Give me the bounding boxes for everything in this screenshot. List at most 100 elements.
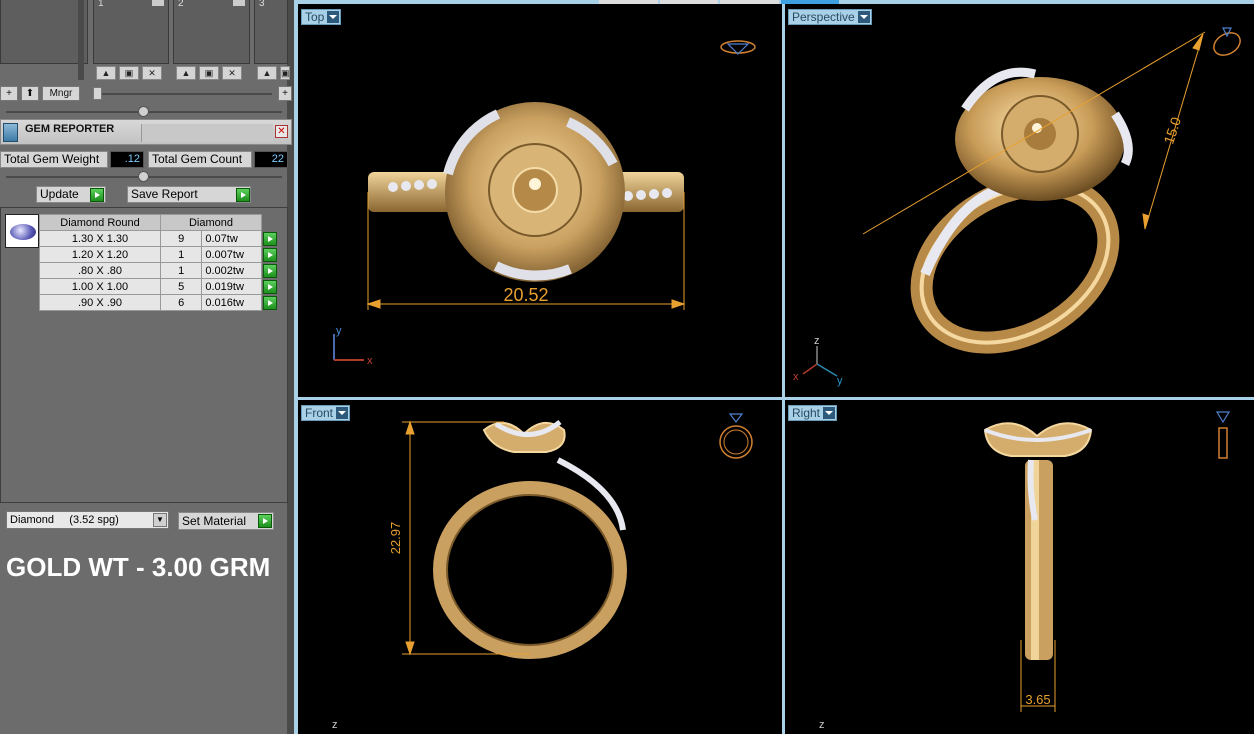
move-up-button[interactable]: ▲	[176, 66, 196, 80]
splitter-knob[interactable]	[138, 106, 149, 117]
panel-divider	[287, 0, 294, 734]
select-gem-icon[interactable]	[263, 231, 277, 246]
gem-count: 9	[159, 230, 203, 247]
gem-size: 1.20 X 1.20	[39, 246, 161, 263]
view-cube-icon[interactable]	[1210, 27, 1244, 60]
dimension-label-front: 22.97	[388, 522, 403, 555]
table-header-row: Diamond Round Diamond	[39, 214, 280, 231]
viewport-label-top[interactable]: Top	[301, 9, 342, 25]
add-layer-button[interactable]: +	[0, 86, 18, 101]
diamond-stone	[10, 224, 36, 240]
front-view-render: 22.97 z	[332, 413, 753, 731]
chevron-down-icon[interactable]	[823, 407, 836, 419]
axis-x-label: x	[367, 355, 373, 367]
axis-z-label: z	[819, 719, 825, 731]
manager-button[interactable]: Mngr	[42, 86, 80, 101]
layer-slot-1[interactable]: 1	[93, 0, 169, 64]
slot-buttons-3: ▲ ▣	[257, 66, 290, 80]
gem-count: 1	[159, 262, 203, 279]
layer-slider-thumb[interactable]	[93, 87, 102, 100]
view-cube-icon[interactable]	[719, 413, 753, 459]
axis-z-label: z	[332, 719, 338, 731]
delete-button[interactable]: ✕	[222, 66, 242, 80]
perspective-view-render: 15.0 z x y	[793, 27, 1244, 387]
save-icon[interactable]: ▣	[280, 66, 290, 80]
update-go-icon[interactable]	[90, 188, 104, 202]
axis-gizmo-perspective: z x y	[793, 335, 843, 387]
table-row[interactable]: 1.00 X 1.00 5 0.019tw	[39, 278, 280, 295]
gold-weight-overlay: GOLD WT - 3.00 GRM	[6, 552, 271, 582]
layer-scrollbar[interactable]	[78, 0, 84, 80]
view-cube-icon[interactable]	[1215, 411, 1231, 459]
close-icon[interactable]: ✕	[275, 125, 288, 138]
save-icon[interactable]: ▣	[119, 66, 139, 80]
material-select[interactable]: Diamond (3.52 spg) ▼	[6, 511, 169, 529]
layer-slot-3[interactable]: 3	[254, 0, 288, 64]
save-icon[interactable]: ▣	[199, 66, 219, 80]
move-up-button[interactable]: ▲	[96, 66, 116, 80]
diamond-thumbnail-icon[interactable]	[5, 214, 39, 248]
dimension-label-perspective: 15.0	[1160, 115, 1184, 146]
total-gem-count-value: 22	[254, 151, 288, 168]
gem-size: .90 X .90	[39, 294, 161, 311]
up-layer-button[interactable]: ⬆	[21, 86, 39, 101]
slot-chip	[233, 0, 245, 6]
gem-weight: 0.07tw	[201, 230, 262, 247]
set-material-go-icon[interactable]	[258, 514, 272, 528]
total-gem-weight-value: .12	[110, 151, 144, 168]
gem-count: 5	[159, 278, 203, 295]
gem-weight: 0.019tw	[201, 278, 262, 295]
layer-slot-0[interactable]	[0, 0, 88, 64]
axis-gizmo-top: y x	[333, 325, 373, 367]
chevron-down-icon[interactable]	[327, 11, 340, 23]
ring-model-perspective	[910, 67, 1133, 354]
delete-button[interactable]: ✕	[142, 66, 162, 80]
chevron-down-icon[interactable]	[857, 11, 870, 23]
select-gem-icon[interactable]	[263, 295, 277, 310]
total-gem-weight-label: Total Gem Weight	[0, 151, 108, 168]
layer-slot-2[interactable]: 2	[173, 0, 250, 64]
table-row[interactable]: .80 X .80 1 0.002tw	[39, 262, 280, 279]
table-row[interactable]: 1.20 X 1.20 1 0.007tw	[39, 246, 280, 263]
column-header-type: Diamond	[160, 214, 262, 231]
axis-z-label: z	[814, 335, 820, 347]
gem-size: 1.00 X 1.00	[39, 278, 161, 295]
dimension-label-right: 3.65	[1025, 692, 1050, 707]
viewport-right[interactable]: 3.65 z Right	[785, 400, 1254, 734]
row-action	[261, 262, 280, 279]
header-spacer	[141, 124, 273, 142]
viewport-front[interactable]: 22.97 z Front	[298, 400, 782, 734]
header-spacer	[261, 214, 280, 231]
total-gem-count-label: Total Gem Count	[148, 151, 252, 168]
slot-chip	[152, 0, 164, 6]
view-cube-icon[interactable]	[720, 40, 756, 55]
layer-slider-track[interactable]	[96, 93, 272, 95]
save-report-label: Save Report	[131, 187, 198, 201]
chevron-down-icon[interactable]	[336, 407, 349, 419]
gem-table: Diamond Round Diamond 1.30 X 1.30 9 0.07…	[39, 214, 280, 311]
select-gem-icon[interactable]	[263, 263, 277, 278]
save-report-go-icon[interactable]	[236, 188, 250, 202]
viewport-perspective[interactable]: 15.0 z x y Perspective	[785, 4, 1254, 397]
layer-toolbar: + ⬆ Mngr	[0, 86, 80, 102]
select-gem-icon[interactable]	[263, 279, 277, 294]
viewport-top[interactable]: 20.52 y x Top	[298, 4, 782, 397]
slot-number: 1	[98, 0, 104, 9]
dimension-perspective	[862, 31, 1206, 235]
table-row[interactable]: 1.30 X 1.30 9 0.07tw	[39, 230, 280, 247]
save-report-button[interactable]: Save Report	[127, 186, 251, 203]
chevron-down-icon[interactable]: ▼	[153, 513, 167, 527]
move-up-button[interactable]: ▲	[257, 66, 277, 80]
add-slot-button[interactable]: +	[278, 86, 292, 101]
row-action	[261, 278, 280, 295]
splitter-knob[interactable]	[138, 171, 149, 182]
dimension-label-top: 20.52	[503, 285, 548, 305]
viewport-label-text: Perspective	[792, 10, 855, 24]
select-gem-icon[interactable]	[263, 247, 277, 262]
ring-model-top	[368, 102, 684, 282]
viewport-label-right[interactable]: Right	[788, 405, 838, 421]
row-action	[261, 246, 280, 263]
viewport-label-front[interactable]: Front	[301, 405, 351, 421]
viewport-label-perspective[interactable]: Perspective	[788, 9, 872, 25]
table-row[interactable]: .90 X .90 6 0.016tw	[39, 294, 280, 311]
